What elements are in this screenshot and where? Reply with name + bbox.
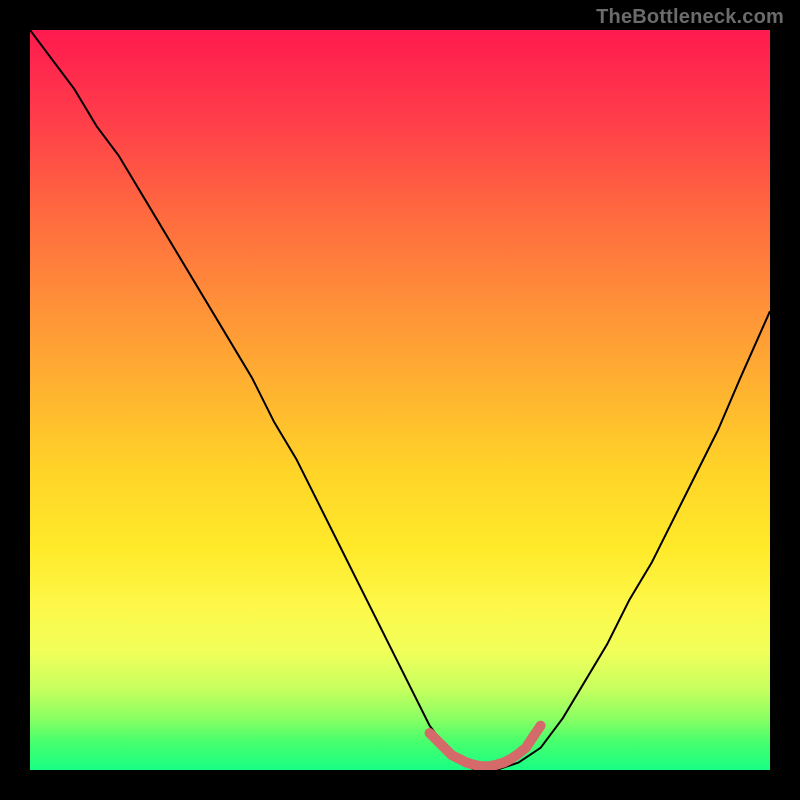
watermark-text: TheBottleneck.com <box>596 6 784 29</box>
optimal-range-segment <box>430 726 541 767</box>
chart-frame: TheBottleneck.com <box>0 0 800 800</box>
plot-area <box>30 30 770 770</box>
curve-layer <box>30 30 770 770</box>
bottleneck-curve <box>30 30 770 770</box>
